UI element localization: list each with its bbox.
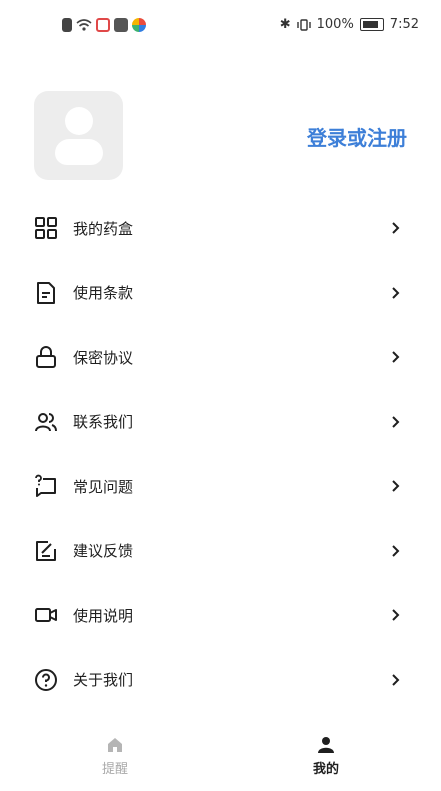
menu-item-feedback[interactable]: 建议反馈 <box>0 519 441 584</box>
document-icon <box>37 281 55 304</box>
contacts-icon <box>35 412 57 432</box>
tab-remind[interactable]: 提醒 <box>75 735 155 777</box>
menu-item-label: 常见问题 <box>73 477 134 496</box>
notification-icon <box>62 18 72 32</box>
wifi-icon <box>76 19 92 31</box>
avatar-body <box>55 139 103 165</box>
bluetooth-icon: ✱ <box>279 17 291 32</box>
tab-label: 我的 <box>312 762 339 777</box>
chevron-right-icon <box>392 480 400 492</box>
status-bar: ✱ 100% 7:52 <box>0 0 441 52</box>
avatar-head <box>65 107 93 135</box>
menu-item-instructions[interactable]: 使用说明 <box>0 583 441 648</box>
person-icon <box>318 737 334 753</box>
app-notification-icon <box>96 18 110 32</box>
menu-item-terms[interactable]: 使用条款 <box>0 261 441 326</box>
chevron-right-icon <box>392 416 400 428</box>
settings-menu: 我的药盒 使用条款 保密协议 联系我们 常见问题 建议反馈 使用说明 关于我们 <box>0 196 441 712</box>
menu-item-label: 使用条款 <box>73 284 134 303</box>
menu-item-label: 关于我们 <box>73 671 134 690</box>
help-circle-icon <box>35 668 57 691</box>
lock-icon <box>36 346 56 369</box>
home-icon <box>108 738 122 752</box>
grid-icon <box>35 217 57 240</box>
chevron-right-icon <box>392 609 400 621</box>
mail-icon <box>114 18 128 32</box>
menu-item-label: 建议反馈 <box>73 542 134 561</box>
tab-mine[interactable]: 我的 <box>286 735 366 777</box>
login-register-link[interactable]: 登录或注册 <box>307 122 407 151</box>
edit-feedback-icon <box>36 540 56 561</box>
question-chat-icon <box>35 474 56 498</box>
avatar[interactable] <box>34 91 123 180</box>
menu-item-label: 使用说明 <box>73 606 134 625</box>
menu-item-faq[interactable]: 常见问题 <box>0 454 441 519</box>
system-status: ✱ 100% 7:52 <box>280 17 419 32</box>
colorful-app-icon <box>132 18 146 32</box>
notification-icons <box>62 18 146 32</box>
menu-item-label: 保密协议 <box>73 348 134 367</box>
chevron-right-icon <box>392 674 400 686</box>
menu-item-about[interactable]: 关于我们 <box>0 648 441 713</box>
battery-icon <box>359 18 384 31</box>
vibrate-icon <box>296 18 311 31</box>
menu-item-pillbox[interactable]: 我的药盒 <box>0 196 441 261</box>
menu-item-contact[interactable]: 联系我们 <box>0 390 441 455</box>
clock: 7:52 <box>389 17 419 32</box>
menu-item-label: 联系我们 <box>73 413 134 432</box>
battery-percent: 100% <box>316 17 354 32</box>
tab-label: 提醒 <box>101 762 128 777</box>
menu-item-privacy[interactable]: 保密协议 <box>0 325 441 390</box>
chevron-right-icon <box>392 222 400 234</box>
chevron-right-icon <box>392 287 400 299</box>
menu-item-label: 我的药盒 <box>73 219 134 238</box>
chevron-right-icon <box>392 351 400 363</box>
video-icon <box>35 608 57 623</box>
chevron-right-icon <box>392 545 400 557</box>
bottom-nav: 提醒 我的 <box>0 729 441 791</box>
